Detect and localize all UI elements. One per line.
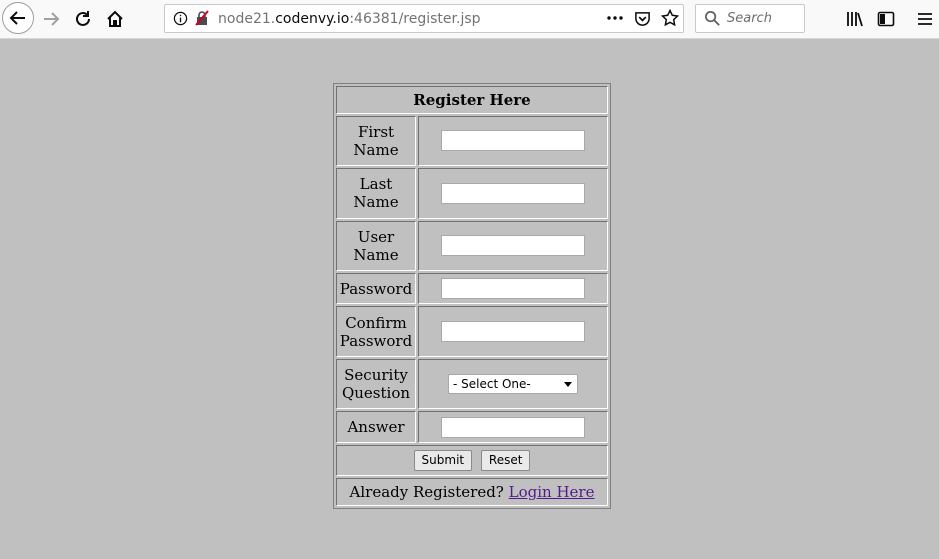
password-row: Password [336,272,608,305]
user-name-input[interactable] [441,235,585,257]
forward-arrow-icon [44,12,60,26]
user-name-cell [418,220,608,271]
back-arrow-icon [9,11,25,25]
security-question-label-line1: Security [344,366,408,385]
browser-toolbar: node21.codenvy.io:46381/register.jsp Sea… [0,0,939,39]
last-name-label-line1: Last [359,175,393,194]
security-question-label-line2: Question [341,384,411,403]
password-cell [418,272,608,305]
user-name-label-line2: Name [353,245,399,264]
url-text[interactable]: node21.codenvy.io:46381/register.jsp [218,11,481,27]
first-name-label-line2: Name [353,140,399,159]
answer-input[interactable] [441,416,585,438]
star-icon [660,8,680,27]
first-name-label-line1: First [357,122,395,141]
bookmark-star-button[interactable] [660,8,680,27]
last-name-label: Last Name [336,168,416,219]
title-row: Register Here [336,86,608,114]
last-name-input[interactable] [441,182,585,204]
register-table: Register Here First Name Last Name User Nam… [333,83,611,509]
confirm-password-input[interactable] [441,321,585,343]
first-name-cell [418,115,608,167]
answer-label: Answer [336,411,416,443]
security-question-cell: - Select One- [418,358,608,410]
dropdown-arrow-icon [564,382,572,388]
security-question-select[interactable]: - Select One- [448,374,578,395]
sidebar-icon [877,11,895,27]
back-button[interactable] [2,2,34,34]
submit-button[interactable]: Submit [413,450,473,471]
confirm-password-label: Confirm Password [336,306,416,357]
confirm-password-label-line2: Password [339,331,413,350]
library-icon [847,12,863,27]
search-placeholder: Search [727,11,772,26]
reset-button[interactable]: Reset [480,450,531,471]
page-actions-button[interactable] [606,9,624,27]
buttons-row: Submit Reset [336,444,608,477]
reload-icon [76,11,90,26]
last-name-cell [418,168,608,219]
form-title: Register Here [336,86,608,114]
pocket-button[interactable] [634,10,652,28]
first-name-input[interactable] [441,130,585,152]
more-dots-icon [607,16,623,20]
url-prefix: node21. [218,11,276,27]
answer-cell [418,411,608,443]
search-icon [705,11,720,26]
security-question-selected: - Select One- [453,377,531,392]
hamburger-menu-icon [918,13,932,25]
login-row: Already Registered? Login Here [336,478,608,506]
security-question-label: Security Question [336,358,416,410]
confirm-password-label-line1: Confirm [345,313,407,332]
login-cell: Already Registered? Login Here [336,478,608,506]
buttons-cell: Submit Reset [336,444,608,477]
password-input[interactable] [441,278,585,300]
address-bar[interactable]: node21.codenvy.io:46381/register.jsp [164,4,684,33]
reload-button[interactable] [68,4,98,34]
already-registered-text: Already Registered? [349,483,504,502]
info-icon[interactable] [173,11,188,26]
url-suffix: :46381/register.jsp [349,11,481,27]
sidebar-button[interactable] [871,4,901,34]
insecure-lock-icon[interactable] [194,10,210,26]
pocket-icon [635,12,650,26]
last-name-row: Last Name [336,168,608,219]
first-name-row: First Name [336,115,608,167]
answer-row: Answer [336,411,608,443]
first-name-label: First Name [336,115,416,167]
search-box[interactable]: Search [695,4,805,33]
login-link[interactable]: Login Here [509,483,595,501]
user-name-label-line1: User [357,227,395,246]
user-name-row: User Name [336,220,608,271]
url-host: codenvy.io [275,11,350,27]
confirm-password-row: Confirm Password [336,306,608,357]
home-button[interactable] [100,4,130,34]
menu-button[interactable] [910,4,939,34]
user-name-label: User Name [336,220,416,271]
forward-button[interactable] [36,4,66,34]
library-button[interactable] [840,4,870,34]
last-name-label-line2: Name [353,193,399,212]
security-question-row: Security Question - Select One- [336,358,608,410]
confirm-password-cell [418,306,608,357]
home-icon [107,10,123,27]
password-label: Password [336,272,416,305]
